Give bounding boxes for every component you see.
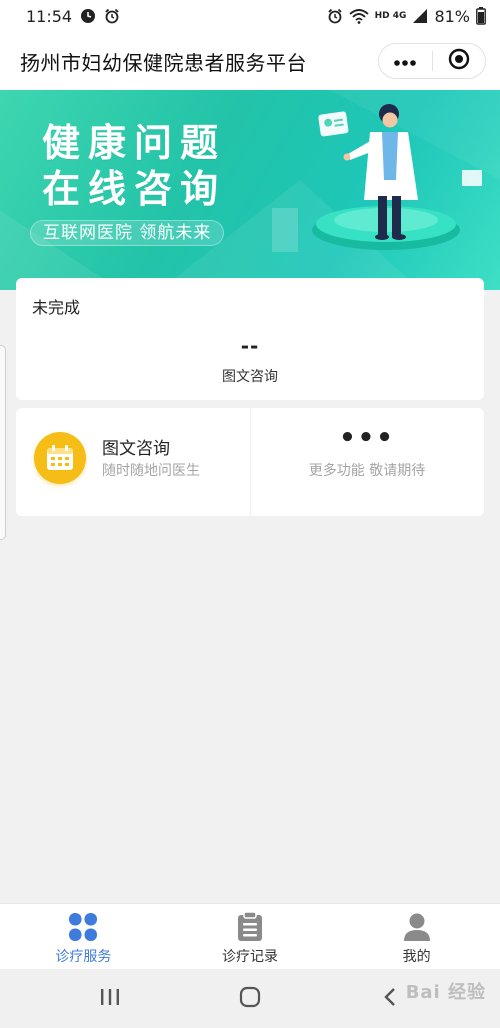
more-features-text: 更多功能 敬请期待 — [308, 463, 426, 479]
alarm-icon — [104, 8, 120, 24]
tab-label: 我的 — [402, 949, 431, 965]
user-icon — [400, 910, 434, 944]
clipboard-icon — [233, 910, 267, 944]
battery-percent: 81% — [434, 6, 470, 26]
home-icon — [239, 986, 261, 1012]
home-button[interactable] — [220, 977, 280, 1021]
bottom-tab-bar: 诊疗服务 诊疗记录 我的 — [0, 903, 500, 969]
wifi-icon — [349, 8, 369, 24]
tab-label: 诊疗服务 — [55, 949, 112, 965]
pending-title: 未完成 — [32, 298, 81, 317]
service-text-consult[interactable]: 图文咨询 随时随地问医生 — [16, 408, 250, 516]
recent-apps-icon — [99, 988, 121, 1010]
alarm-icon — [327, 8, 343, 24]
pending-count: -- — [240, 334, 260, 358]
banner-headline: 健康问题 在线咨询 — [42, 120, 226, 212]
more-menu-button[interactable] — [379, 44, 432, 78]
services-card: 图文咨询 随时随地问医生 ••• 更多功能 敬请期待 — [16, 408, 484, 516]
status-time: 11:54 — [26, 6, 73, 26]
close-program-button[interactable] — [432, 44, 485, 78]
sync-icon — [80, 8, 96, 24]
banner-tagline: 互联网医院 领航未来 — [30, 220, 225, 246]
edge-drawer-handle[interactable] — [0, 345, 6, 540]
more-dots-icon — [393, 52, 417, 71]
network-label: HD 4G — [374, 11, 407, 21]
status-bar: 11:54 HD 4G 81% — [0, 0, 500, 32]
signal-icon — [412, 8, 428, 24]
banner-headline-line2: 在线咨询 — [42, 167, 227, 211]
back-icon — [383, 987, 397, 1011]
tab-mine[interactable]: 我的 — [333, 904, 500, 969]
pending-type-label: 图文咨询 — [222, 369, 278, 385]
watermark: Bai 经验 — [405, 982, 486, 1003]
mini-program-capsule — [378, 43, 486, 79]
banner-headline-line1: 健康问题 — [42, 121, 227, 165]
more-dots-icon: ••• — [339, 423, 395, 453]
battery-icon — [476, 7, 486, 25]
grid-icon — [66, 910, 100, 944]
promo-banner[interactable]: 健康问题 在线咨询 互联网医院 领航未来 — [0, 90, 500, 290]
recent-apps-button[interactable] — [80, 977, 140, 1021]
pending-orders-card[interactable]: 未完成 -- 图文咨询 — [16, 278, 484, 400]
app-header: 扬州市妇幼保健院患者服务平台 — [0, 32, 500, 90]
tab-treatment-records[interactable]: 诊疗记录 — [167, 904, 334, 969]
calendar-icon — [34, 432, 86, 484]
tab-treatment-services[interactable]: 诊疗服务 — [0, 904, 167, 969]
target-icon — [448, 48, 470, 74]
service-title: 图文咨询 — [102, 439, 170, 459]
page-title: 扬州市妇幼保健院患者服务平台 — [20, 50, 307, 75]
tab-label: 诊疗记录 — [222, 949, 278, 965]
service-more[interactable]: ••• 更多功能 敬请期待 — [250, 408, 484, 516]
service-subtitle: 随时随地问医生 — [102, 463, 200, 479]
